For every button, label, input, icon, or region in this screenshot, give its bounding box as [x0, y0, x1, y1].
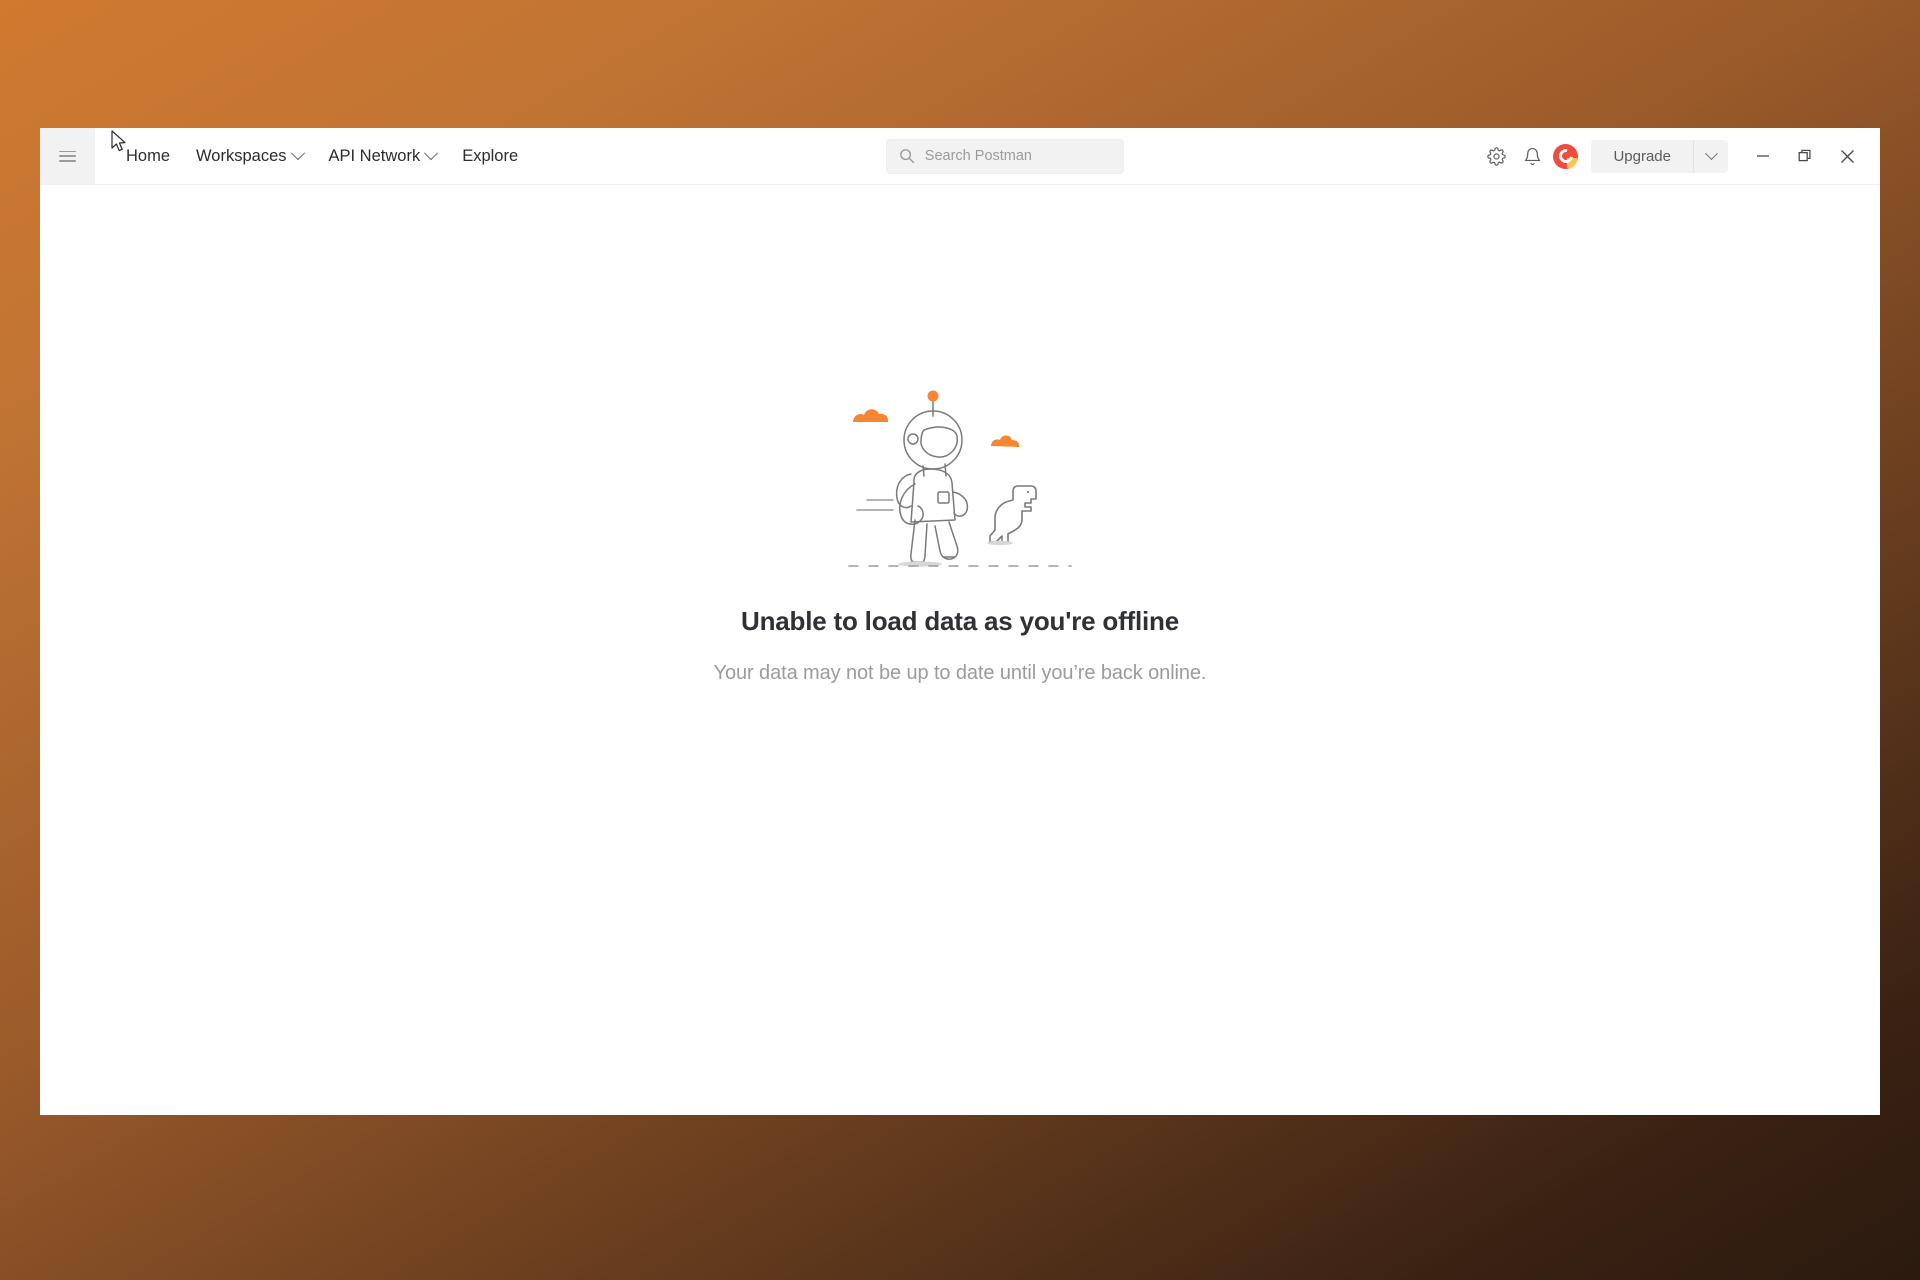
notifications-button[interactable] [1514, 138, 1550, 174]
close-button[interactable] [1826, 136, 1868, 176]
upgrade-button[interactable]: Upgrade [1591, 140, 1693, 173]
astronaut-offline-illustration [848, 390, 1072, 567]
search-placeholder: Search Postman [924, 148, 1032, 164]
header-actions: Upgrade [1478, 128, 1880, 184]
chevron-down-icon [290, 146, 305, 161]
minimize-button[interactable] [1742, 136, 1784, 176]
minimize-icon [1757, 155, 1769, 157]
avatar[interactable] [1553, 143, 1579, 169]
offline-empty-state: Unable to load data as you're offline Yo… [40, 185, 1880, 1115]
trex-shadow [987, 540, 1013, 546]
desktop-background: Home Workspaces API Network Explore Sear… [0, 0, 1920, 1280]
upgrade-label: Upgrade [1613, 147, 1671, 165]
trex-icon [989, 485, 1037, 543]
nav-item-label: Workspaces [196, 146, 287, 165]
cloud-right [991, 435, 1020, 447]
offline-title: Unable to load data as you're offline [741, 606, 1179, 636]
nav-item-label: Home [126, 146, 171, 165]
chevron-down-icon [1704, 146, 1718, 160]
upgrade-dropdown-button[interactable] [1693, 139, 1728, 173]
header-center-region: Search Postman [531, 128, 1478, 184]
gear-icon [1487, 146, 1506, 166]
settings-button[interactable] [1478, 138, 1514, 174]
nav-item-label: API Network [328, 146, 421, 165]
restore-icon [1798, 149, 1811, 161]
app-header: Home Workspaces API Network Explore Sear… [40, 128, 1880, 185]
nav-item-label: Explore [462, 146, 519, 165]
cloud-left [853, 409, 889, 422]
speed-lines [856, 499, 894, 511]
upgrade-control-group: Upgrade [1591, 139, 1728, 173]
close-icon [1840, 149, 1854, 163]
postman-app-window: Home Workspaces API Network Explore Sear… [40, 128, 1880, 1115]
offline-subtitle: Your data may not be up to date until yo… [713, 662, 1207, 684]
restore-button[interactable] [1784, 136, 1826, 176]
main-navigation: Home Workspaces API Network Explore [95, 128, 531, 184]
search-input[interactable]: Search Postman [885, 138, 1124, 174]
nav-item-home[interactable]: Home [113, 138, 183, 174]
hamburger-icon [59, 150, 76, 162]
nav-item-workspaces[interactable]: Workspaces [183, 138, 315, 174]
nav-item-api-network[interactable]: API Network [316, 138, 450, 174]
nav-item-explore[interactable]: Explore [449, 138, 531, 174]
antenna-light [927, 390, 939, 402]
bell-icon [1524, 147, 1541, 165]
chevron-down-icon [424, 146, 439, 161]
sidebar-toggle-button[interactable] [40, 128, 95, 184]
search-icon [899, 149, 914, 164]
